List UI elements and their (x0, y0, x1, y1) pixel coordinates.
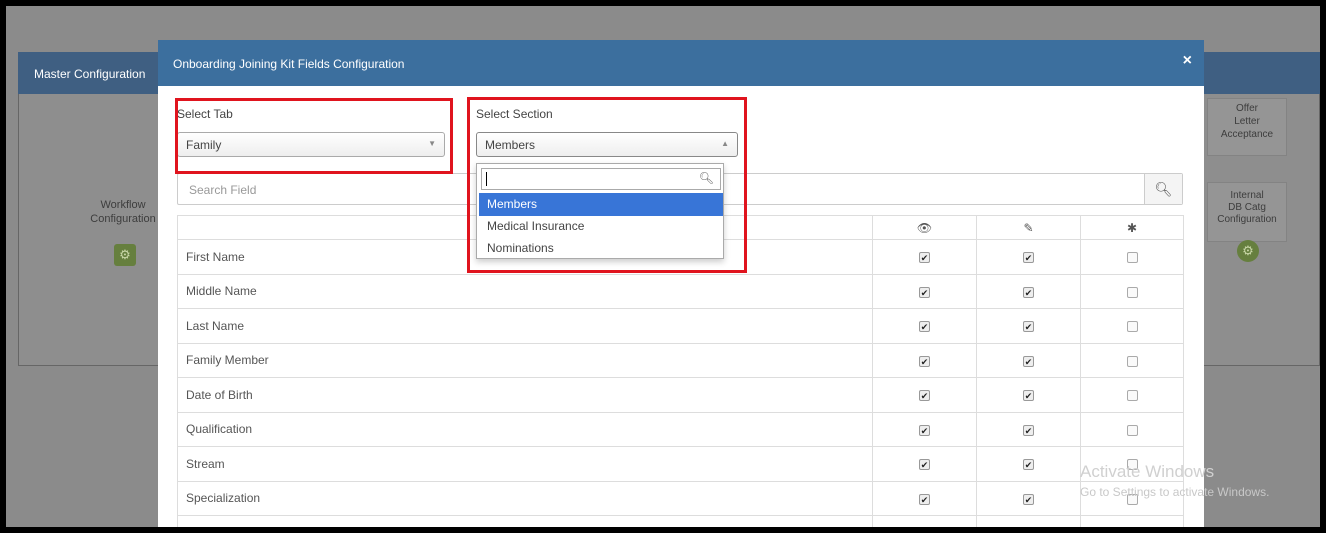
mandatory-checkbox[interactable] (1126, 286, 1138, 298)
workflow-gear-icon[interactable]: ⚙ (114, 244, 136, 266)
search-button[interactable]: 🔍︎ (1144, 174, 1182, 204)
field-name: Middle Name (177, 273, 873, 309)
screen: Master Configuration Workflow Configurat… (6, 6, 1320, 527)
visible-checkbox-cell: ✔ (872, 515, 977, 527)
modal-title: Onboarding Joining Kit Fields Configurat… (173, 57, 405, 71)
visible-checkbox-cell: ✔ (872, 239, 977, 275)
activate-windows-watermark: Activate Windows (1080, 462, 1215, 481)
visible-checkbox-cell: ✔ (872, 273, 977, 309)
visible-checkbox-cell: ✔ (872, 342, 977, 378)
visible-checkbox[interactable]: ✔ (919, 459, 930, 471)
table-row: Qualification ✔ ✔ (177, 411, 1184, 447)
activate-windows-hint: Go to Settings to activate Windows. (1080, 485, 1270, 499)
field-name: Date of Birth (177, 377, 873, 413)
field-name: Last Name (177, 308, 873, 344)
editable-checkbox[interactable]: ✔ (1023, 390, 1034, 402)
fields-configuration-modal: Onboarding Joining Kit Fields Configurat… (158, 40, 1204, 527)
background-header-title: Master Configuration (34, 67, 146, 81)
table-row: Occupation✔✔ (177, 515, 1184, 527)
editable-checkbox-cell: ✔ (976, 308, 1081, 344)
mandatory-checkbox[interactable] (1126, 321, 1138, 333)
table-row: Middle Name ✔ ✔ (177, 273, 1184, 309)
table-row: Stream ✔ ✔ (177, 446, 1184, 482)
editable-checkbox-cell: ✔ (976, 480, 1081, 516)
editable-checkbox-cell: ✔ (976, 342, 1081, 378)
visible-checkbox[interactable]: ✔ (919, 493, 930, 505)
mandatory-checkbox[interactable] (1126, 252, 1138, 264)
close-icon[interactable]: × (1183, 52, 1192, 70)
tile-label: Letter (1234, 116, 1260, 127)
pencil-icon: ✎ (976, 215, 1081, 240)
visible-checkbox[interactable]: ✔ (919, 355, 930, 367)
mandatory-checkbox-cell (1080, 273, 1184, 309)
editable-checkbox[interactable]: ✔ (1023, 459, 1034, 471)
tile-label: Offer (1235, 103, 1259, 114)
editable-checkbox[interactable]: ✔ (1023, 355, 1034, 367)
table-row: Date of Birth ✔ ✔ (177, 377, 1184, 413)
field-name: Occupation (177, 515, 873, 527)
visible-checkbox[interactable]: ✔ (919, 424, 930, 436)
modal-header: Onboarding Joining Kit Fields Configurat… (158, 40, 1204, 86)
visible-checkbox-cell: ✔ (872, 480, 977, 516)
tile-label: Internal (1230, 190, 1264, 201)
offer-letter-acceptance-label: Offer Letter Acceptance (1207, 102, 1287, 141)
mandatory-checkbox-cell (1080, 239, 1184, 275)
mandatory-checkbox-cell (1080, 377, 1184, 413)
search-field-placeholder: Search Field (189, 183, 257, 197)
text-cursor (486, 172, 487, 186)
dropdown-search-input[interactable]: 🔍︎ (481, 168, 721, 190)
mandatory-checkbox-cell (1080, 411, 1184, 447)
table-row: Family Member ✔ ✔ (177, 342, 1184, 378)
visible-checkbox[interactable]: ✔ (919, 321, 930, 333)
visible-checkbox-cell: ✔ (872, 446, 977, 482)
visible-checkbox[interactable]: ✔ (919, 286, 930, 298)
mandatory-checkbox[interactable] (1126, 424, 1138, 436)
mandatory-checkbox-cell (1080, 308, 1184, 344)
internal-db-catg-label: Internal DB Catg Configuration (1203, 190, 1291, 226)
table-row: Specialization ✔ ✔ (177, 480, 1184, 516)
visible-checkbox-cell: ✔ (872, 308, 977, 344)
mandatory-checkbox[interactable] (1126, 390, 1138, 402)
field-name: Qualification (177, 411, 873, 447)
search-icon: 🔍︎ (698, 171, 714, 185)
editable-checkbox-cell: ✔ (976, 377, 1081, 413)
editable-checkbox-cell: ✔ (976, 273, 1081, 309)
section-dropdown-menu: 🔍︎ Members Medical Insurance Nominations (476, 163, 724, 259)
dropdown-option-nominations[interactable]: Nominations (479, 237, 723, 260)
visible-checkbox-cell: ✔ (872, 377, 977, 413)
dropdown-option-members[interactable]: Members (479, 193, 723, 216)
table-row: Last Name ✔ ✔ (177, 308, 1184, 344)
select-tab-highlight (175, 98, 453, 174)
field-name: Specialization (177, 480, 873, 516)
visible-checkbox-cell: ✔ (872, 411, 977, 447)
mandatory-checkbox-cell (1080, 515, 1184, 527)
mandatory-checkbox[interactable] (1126, 355, 1138, 367)
editable-checkbox-cell: ✔ (976, 515, 1081, 527)
editable-checkbox[interactable]: ✔ (1023, 252, 1034, 264)
editable-checkbox-cell: ✔ (976, 411, 1081, 447)
visible-checkbox[interactable]: ✔ (919, 390, 930, 402)
editable-checkbox[interactable]: ✔ (1023, 493, 1034, 505)
editable-checkbox-cell: ✔ (976, 239, 1081, 275)
tile-label: Configuration (1217, 214, 1277, 225)
search-icon: 🔍︎ (1154, 181, 1173, 197)
internal-gear-icon[interactable]: ⚙ (1237, 240, 1259, 262)
dropdown-option-medical-insurance[interactable]: Medical Insurance (479, 215, 723, 238)
visible-checkbox[interactable]: ✔ (919, 252, 930, 264)
tile-label: DB Catg (1228, 202, 1266, 213)
editable-checkbox-cell: ✔ (976, 446, 1081, 482)
editable-checkbox[interactable]: ✔ (1023, 286, 1034, 298)
field-name: Stream (177, 446, 873, 482)
editable-checkbox[interactable]: ✔ (1023, 424, 1034, 436)
field-name: Family Member (177, 342, 873, 378)
mandatory-checkbox-cell (1080, 342, 1184, 378)
asterisk-icon: ✱ (1080, 215, 1184, 240)
editable-checkbox[interactable]: ✔ (1023, 321, 1034, 333)
tile-label: Acceptance (1220, 129, 1274, 140)
eye-icon: 👁 (872, 215, 977, 240)
